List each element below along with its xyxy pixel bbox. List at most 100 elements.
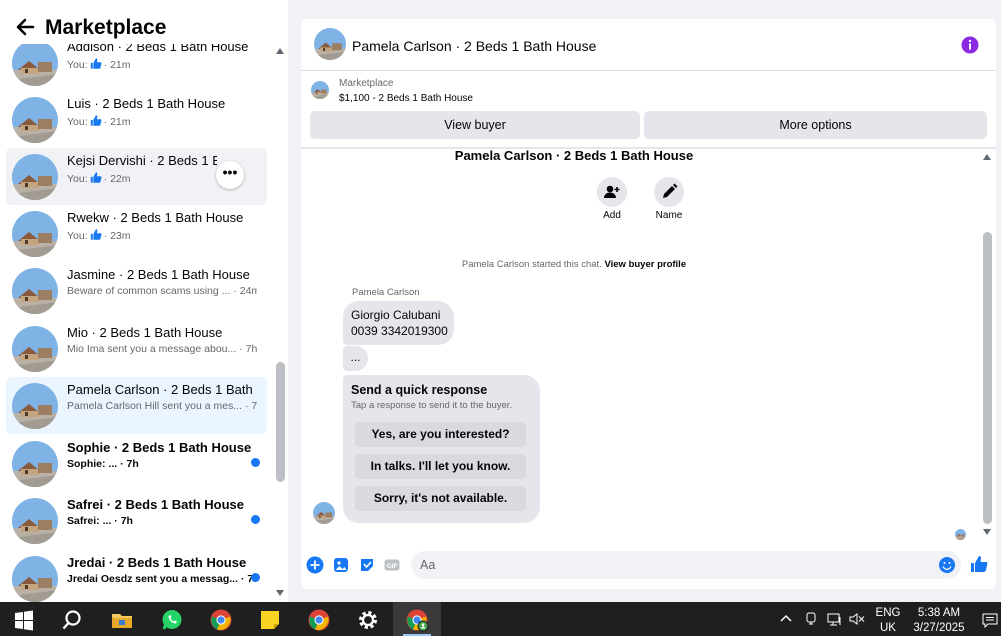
more-options-button[interactable]: More options xyxy=(644,111,987,139)
avatar xyxy=(12,441,58,487)
gif-icon[interactable]: GIF xyxy=(383,556,401,574)
scroll-down-arrow-icon[interactable] xyxy=(983,529,991,535)
chat-scrollbar-thumb[interactable] xyxy=(983,232,992,524)
quick-response-title: Send a quick response xyxy=(351,383,488,397)
windows-start-icon[interactable] xyxy=(12,608,36,632)
scroll-up-arrow-icon[interactable] xyxy=(983,154,991,160)
file-explorer-icon[interactable] xyxy=(110,608,134,632)
thumbs-up-icon xyxy=(90,115,102,126)
clock[interactable]: 5:38 AM 3/27/2025 xyxy=(905,606,973,636)
name-action[interactable]: Name xyxy=(639,177,699,221)
avatar xyxy=(12,97,58,143)
add-person-icon xyxy=(604,185,620,198)
message-input[interactable]: Aa xyxy=(411,551,961,579)
quick-response-button[interactable]: In talks. I'll let you know. xyxy=(355,454,526,479)
conversation-snippet: You: · 23m xyxy=(67,229,131,242)
sidebar-scrollbar[interactable] xyxy=(276,44,285,599)
message-line: 0039 3342019300 xyxy=(351,324,448,338)
conversation-snippet: Safrei: ... · 7h xyxy=(67,515,133,527)
whatsapp-icon[interactable] xyxy=(160,608,184,632)
photo-icon[interactable] xyxy=(332,556,350,574)
sticker-icon[interactable] xyxy=(358,556,376,574)
conversation-item[interactable]: Rwekw · 2 Beds 1 Bath House You: · 23m xyxy=(6,205,267,262)
conversation-name: Mio · 2 Beds 1 Bath House xyxy=(67,325,223,340)
unread-dot xyxy=(251,573,260,582)
thumbs-up-icon xyxy=(90,172,102,183)
avatar xyxy=(12,268,58,314)
conversation-snippet: Beware of common scams using ... · 24m xyxy=(67,285,257,297)
conversation-name: Kejsi Dervishi · 2 Beds 1 Bath House xyxy=(67,153,217,168)
sender-avatar xyxy=(313,502,335,524)
chat-header-title[interactable]: Pamela Carlson · 2 Beds 1 Bath House xyxy=(352,38,596,54)
add-label: Add xyxy=(603,210,621,221)
unread-dot xyxy=(251,458,260,467)
notification-icon[interactable] xyxy=(982,612,998,628)
conversation-sidebar: Marketplace Addison · 2 Beds 1 Bath Hous… xyxy=(0,0,288,602)
quick-response-subtitle: Tap a response to send it to the buyer. xyxy=(351,400,513,411)
add-action[interactable]: Add xyxy=(582,177,642,221)
message-bubble[interactable]: Giorgio Calubani 0039 3342019300 xyxy=(343,301,454,345)
avatar xyxy=(12,211,58,257)
message-bubble-ellipsis[interactable]: ... xyxy=(343,346,368,371)
chrome-icon[interactable] xyxy=(209,608,233,632)
thumbs-up-icon[interactable] xyxy=(969,554,989,574)
conversation-item[interactable]: Jredai · 2 Beds 1 Bath House Jredai Oesdz… xyxy=(6,550,267,602)
listing-thumbnail xyxy=(311,81,329,99)
sticky-notes-icon[interactable] xyxy=(258,608,282,632)
emoji-icon[interactable] xyxy=(938,556,956,574)
conversation-snippet: You: · 21m xyxy=(67,58,131,71)
message-placeholder: Aa xyxy=(420,558,436,572)
plus-icon[interactable] xyxy=(306,556,324,574)
back-arrow-icon[interactable] xyxy=(14,16,36,38)
view-buyer-button[interactable]: View buyer xyxy=(310,111,640,139)
conversation-item[interactable]: Sophie · 2 Beds 1 Bath House Sophie: ... … xyxy=(6,435,267,492)
more-options-icon[interactable]: ••• xyxy=(216,161,244,189)
pencil-icon xyxy=(663,183,678,198)
chevron-up-icon[interactable] xyxy=(778,611,794,627)
chat-panel: Pamela Carlson · 2 Beds 1 Bath House Mar… xyxy=(301,19,996,589)
conversation-name: Luis · 2 Beds 1 Bath House xyxy=(67,96,226,111)
search-icon[interactable] xyxy=(60,608,84,632)
conversation-snippet: Sophie: ... · 7h xyxy=(67,458,139,470)
chrome-profile-icon[interactable] xyxy=(405,608,429,632)
sidebar-scrollbar-thumb[interactable] xyxy=(276,362,285,482)
conversation-item[interactable]: Mio · 2 Beds 1 Bath House Mio Ima sent yo… xyxy=(6,320,267,377)
conversation-name: Jasmine · 2 Beds 1 Bath House xyxy=(67,267,250,282)
conversation-item[interactable]: Safrei · 2 Beds 1 Bath House Safrei: ... … xyxy=(6,492,267,549)
listing-title[interactable]: $1,100 - 2 Beds 1 Bath House xyxy=(339,93,473,104)
scroll-up-arrow-icon[interactable] xyxy=(276,48,284,54)
info-icon[interactable] xyxy=(961,36,979,54)
conversation-item[interactable]: Pamela Carlson · 2 Beds 1 Bath ... Pamela… xyxy=(6,377,267,434)
seen-indicator-avatar xyxy=(955,529,966,540)
thumbs-up-icon xyxy=(90,58,102,69)
conversation-name: Rwekw · 2 Beds 1 Bath House xyxy=(67,210,244,225)
chrome-icon[interactable] xyxy=(307,608,331,632)
meet-now-icon[interactable] xyxy=(803,611,819,627)
conversation-snippet: Jredai Oesdz sent you a messag... · 7h xyxy=(67,573,257,585)
view-buyer-profile-link[interactable]: View buyer profile xyxy=(604,259,686,270)
quick-response-button[interactable]: Yes, are you interested? xyxy=(355,422,526,447)
conversation-item[interactable]: Jasmine · 2 Beds 1 Bath House Beware of c… xyxy=(6,262,267,319)
svg-text:GIF: GIF xyxy=(387,563,398,570)
quick-response-card: Send a quick response Tap a response to … xyxy=(343,375,540,523)
conversation-snippet: Pamela Carlson Hill sent you a mes... · … xyxy=(67,400,257,412)
clock-date: 3/27/2025 xyxy=(913,622,965,634)
thumbs-up-icon xyxy=(90,229,102,240)
marketplace-label: Marketplace xyxy=(339,78,394,89)
chat-started-notice: Pamela Carlson started this chat. View b… xyxy=(461,259,687,270)
scroll-down-arrow-icon[interactable] xyxy=(276,590,284,596)
chat-avatar[interactable] xyxy=(314,28,346,60)
thread-title: Pamela Carlson · 2 Beds 1 Bath House xyxy=(454,148,694,163)
conversation-snippet: You: · 21m xyxy=(67,115,131,128)
quick-response-button[interactable]: Sorry, it's not available. xyxy=(355,486,526,511)
conversation-item[interactable]: Luis · 2 Beds 1 Bath House You: · 21m xyxy=(6,91,267,148)
conversation-name: Sophie · 2 Beds 1 Bath House xyxy=(67,440,252,455)
message-line: Giorgio Calubani xyxy=(351,308,441,322)
language-indicator[interactable]: ENG UK xyxy=(871,606,905,636)
clock-time: 5:38 AM xyxy=(917,607,961,619)
conversation-name: Jredai · 2 Beds 1 Bath House xyxy=(67,555,247,570)
settings-gear-icon[interactable] xyxy=(356,608,380,632)
network-icon[interactable] xyxy=(827,611,843,627)
conversation-item[interactable]: Kejsi Dervishi · 2 Beds 1 Bath HouseYou:… xyxy=(6,148,267,205)
volume-muted-icon[interactable] xyxy=(849,611,865,627)
